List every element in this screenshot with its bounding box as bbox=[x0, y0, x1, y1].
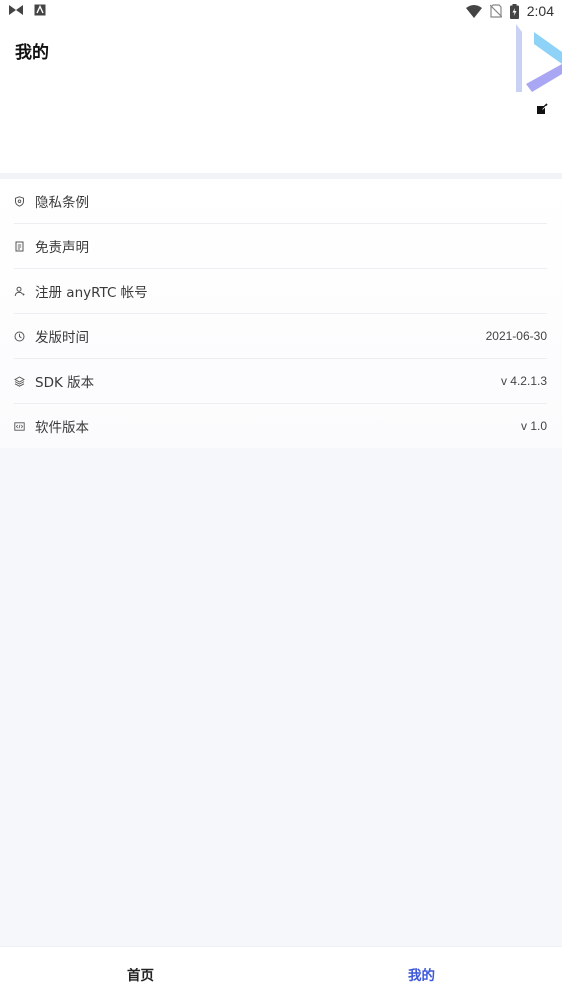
settings-list: 隐私条例 免责声明 注册 anyRTC 帐号 发版时间 2021-06-30 S… bbox=[0, 179, 562, 448]
menu-item-label: 注册 anyRTC 帐号 bbox=[35, 285, 148, 301]
menu-item-label: 发版时间 bbox=[35, 330, 89, 346]
clock-icon bbox=[14, 331, 25, 342]
menu-item-release-date[interactable]: 发版时间 2021-06-30 bbox=[14, 314, 547, 359]
status-time: 2:04 bbox=[526, 3, 554, 19]
menu-item-sdk-version[interactable]: SDK 版本 v 4.2.1.3 bbox=[14, 359, 547, 404]
menu-item-label: SDK 版本 bbox=[35, 375, 95, 391]
sdk-version-value: v 4.2.1.3 bbox=[500, 374, 547, 388]
menu-item-privacy[interactable]: 隐私条例 bbox=[14, 179, 547, 224]
edit-icon[interactable] bbox=[536, 103, 548, 115]
game-controller-icon bbox=[9, 5, 23, 15]
tab-mine[interactable]: 我的 bbox=[281, 947, 562, 999]
menu-item-label: 隐私条例 bbox=[35, 195, 89, 211]
screen: 2:04 我的 隐私条例 免责声明 注册 anyRTC 帐号 发版时间 2021… bbox=[0, 0, 562, 999]
profile-header: 我的 bbox=[0, 24, 562, 173]
status-bar: 2:04 bbox=[0, 0, 562, 24]
release-date-value: 2021-06-30 bbox=[485, 329, 547, 343]
menu-item-label: 免责声明 bbox=[35, 240, 89, 256]
document-icon bbox=[14, 241, 25, 252]
bottom-navigation: 首页 我的 bbox=[0, 946, 562, 999]
menu-item-app-version[interactable]: 软件版本 v 1.0 bbox=[14, 404, 547, 448]
page-title: 我的 bbox=[15, 43, 49, 63]
wifi-icon bbox=[465, 4, 482, 18]
menu-item-label: 软件版本 bbox=[35, 420, 89, 436]
tab-home[interactable]: 首页 bbox=[0, 947, 281, 999]
shield-icon bbox=[14, 195, 25, 207]
no-sim-icon bbox=[489, 4, 502, 18]
code-icon bbox=[14, 421, 25, 432]
brand-logo-icon bbox=[516, 24, 562, 92]
user-add-icon bbox=[14, 286, 25, 297]
battery-charging-icon bbox=[509, 3, 519, 19]
menu-item-disclaimer[interactable]: 免责声明 bbox=[14, 224, 547, 269]
app-notification-icon bbox=[34, 4, 46, 16]
app-version-value: v 1.0 bbox=[520, 419, 547, 433]
menu-item-register[interactable]: 注册 anyRTC 帐号 bbox=[14, 269, 547, 314]
layers-icon bbox=[14, 375, 25, 387]
